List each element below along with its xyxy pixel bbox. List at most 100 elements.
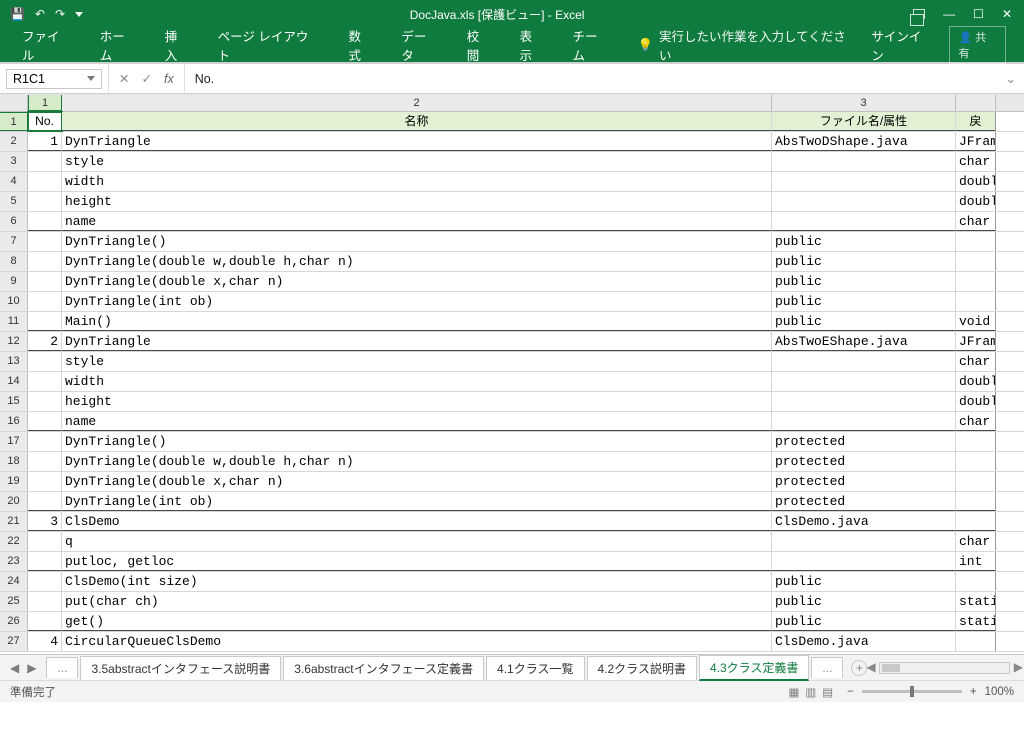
cell[interactable]: putloc, getloc [62, 552, 772, 571]
cell[interactable]: CircularQueueClsDemo [62, 632, 772, 651]
sheet-nav-next-icon[interactable]: ▶ [27, 661, 36, 675]
minimize-icon[interactable]: — [943, 7, 955, 21]
row-header[interactable]: 24 [0, 572, 28, 591]
cell[interactable]: DynTriangle() [62, 232, 772, 251]
row-header[interactable]: 4 [0, 172, 28, 191]
cell[interactable]: protected [772, 432, 956, 451]
cell[interactable] [956, 432, 996, 451]
cell[interactable] [28, 432, 62, 451]
cell[interactable]: char [956, 152, 996, 171]
cell[interactable] [772, 352, 956, 371]
row-header[interactable]: 2 [0, 132, 28, 151]
cell[interactable] [956, 472, 996, 491]
cell[interactable] [28, 292, 62, 311]
cell[interactable]: DynTriangle [62, 332, 772, 351]
cell[interactable] [28, 592, 62, 611]
cell[interactable]: DynTriangle() [62, 432, 772, 451]
sheet-tab-4-2[interactable]: 4.2クラス説明書 [587, 656, 697, 680]
cell[interactable]: 名称 [62, 112, 772, 131]
cell[interactable] [28, 452, 62, 471]
signin-link[interactable]: サインイン [871, 26, 933, 64]
cell[interactable] [28, 392, 62, 411]
cell[interactable] [28, 152, 62, 171]
cell[interactable]: 4 [28, 632, 62, 651]
cell[interactable]: DynTriangle(int ob) [62, 292, 772, 311]
row-header[interactable]: 13 [0, 352, 28, 371]
table-row[interactable]: 21 3 ClsDemo ClsDemo.java [0, 512, 1024, 532]
row-header[interactable]: 21 [0, 512, 28, 531]
cell[interactable] [956, 572, 996, 591]
row-header[interactable]: 1 [0, 112, 28, 131]
share-button[interactable]: 👤 共有 [949, 26, 1006, 64]
zoom-out-icon[interactable]: − [847, 686, 854, 698]
row-header[interactable]: 7 [0, 232, 28, 251]
cell[interactable]: 1 [28, 132, 62, 151]
cell[interactable]: width [62, 372, 772, 391]
ribbon-display-icon[interactable] [913, 9, 925, 19]
row-header[interactable]: 19 [0, 472, 28, 491]
row-header[interactable]: 15 [0, 392, 28, 411]
cell[interactable] [28, 532, 62, 551]
tab-view[interactable]: 表示 [506, 26, 559, 64]
cell[interactable] [956, 272, 996, 291]
cell[interactable]: ClsDemo.java [772, 512, 956, 531]
save-icon[interactable]: 💾 [10, 7, 25, 21]
table-row[interactable]: 1 No. 名称 ファイル名/属性 戻 [0, 112, 1024, 132]
zoom-in-icon[interactable]: + [970, 686, 977, 698]
cell[interactable]: protected [772, 452, 956, 471]
table-row[interactable]: 20 DynTriangle(int ob) protected [0, 492, 1024, 512]
row-header[interactable]: 20 [0, 492, 28, 511]
row-header[interactable]: 5 [0, 192, 28, 211]
cell[interactable] [956, 512, 996, 531]
tab-file[interactable]: ファイル [8, 26, 86, 64]
row-header[interactable]: 18 [0, 452, 28, 471]
cell[interactable]: name [62, 412, 772, 431]
cell[interactable]: JFram [956, 132, 996, 151]
row-header[interactable]: 27 [0, 632, 28, 651]
cell[interactable]: public [772, 232, 956, 251]
cell[interactable]: DynTriangle [62, 132, 772, 151]
cell[interactable]: style [62, 152, 772, 171]
cell[interactable] [28, 472, 62, 491]
cell[interactable] [772, 552, 956, 571]
cell[interactable] [28, 612, 62, 631]
cell[interactable] [956, 632, 996, 651]
cell[interactable] [28, 492, 62, 511]
table-row[interactable]: 6 name char [0, 212, 1024, 232]
row-header[interactable]: 8 [0, 252, 28, 271]
name-box[interactable]: R1C1 [6, 69, 102, 89]
view-normal-icon[interactable]: ▦ [789, 685, 800, 699]
cell[interactable] [772, 152, 956, 171]
tab-team[interactable]: チーム [559, 26, 624, 64]
cell[interactable]: char [956, 352, 996, 371]
sheet-tab-3-6[interactable]: 3.6abstractインタフェース定義書 [283, 656, 484, 680]
cell[interactable] [772, 532, 956, 551]
cell[interactable] [28, 252, 62, 271]
row-header[interactable]: 12 [0, 332, 28, 351]
maximize-icon[interactable]: ☐ [973, 7, 984, 21]
cell[interactable] [28, 372, 62, 391]
cell[interactable]: public [772, 572, 956, 591]
cell[interactable]: public [772, 612, 956, 631]
cell[interactable]: DynTriangle(double w,double h,char n) [62, 452, 772, 471]
cell[interactable] [956, 252, 996, 271]
cell[interactable]: public [772, 592, 956, 611]
cell[interactable]: name [62, 212, 772, 231]
cell[interactable]: doubl [956, 372, 996, 391]
table-row[interactable]: 14 width doubl [0, 372, 1024, 392]
table-row[interactable]: 22 q char [0, 532, 1024, 552]
cell[interactable]: void [956, 312, 996, 331]
table-row[interactable]: 24 ClsDemo(int size) public [0, 572, 1024, 592]
cell[interactable]: AbsTwoDShape.java [772, 132, 956, 151]
cell[interactable]: ファイル名/属性 [772, 112, 956, 131]
sheet-tab-3-5[interactable]: 3.5abstractインタフェース説明書 [80, 656, 281, 680]
cell[interactable]: public [772, 312, 956, 331]
view-page-layout-icon[interactable]: ▥ [805, 685, 816, 699]
add-sheet-button[interactable]: + [851, 660, 867, 676]
formula-input[interactable]: No. [185, 72, 998, 86]
cell[interactable] [956, 492, 996, 511]
cell[interactable] [28, 552, 62, 571]
qat-customize-icon[interactable] [75, 12, 83, 17]
col-header-2[interactable]: 2 [62, 95, 772, 111]
table-row[interactable]: 23 putloc, getloc int [0, 552, 1024, 572]
